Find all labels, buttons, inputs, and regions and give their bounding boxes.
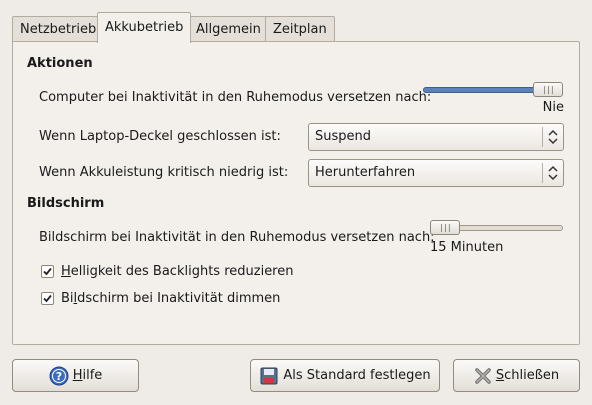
display-sleep-label: Bildschirm bei Inaktivität in den Ruhemo… bbox=[39, 230, 435, 245]
section-title-actions: Aktionen bbox=[27, 56, 93, 71]
help-icon: ? bbox=[49, 366, 69, 386]
help-button[interactable]: ? Hilfe bbox=[12, 359, 139, 392]
dim-label[interactable]: Bildschirm bei Inaktivität dimmen bbox=[61, 291, 280, 306]
computer-sleep-value: Nie bbox=[542, 100, 564, 115]
checkmark-icon bbox=[43, 294, 52, 303]
checkmark-icon bbox=[43, 267, 52, 276]
svg-text:?: ? bbox=[56, 370, 62, 383]
lid-closed-combo[interactable]: Suspend bbox=[308, 123, 564, 151]
help-button-label: Hilfe bbox=[72, 368, 103, 383]
computer-sleep-slider[interactable]: ||| bbox=[423, 79, 563, 101]
tab-akkubetrieb[interactable]: Akkubetrieb bbox=[97, 12, 192, 43]
display-sleep-slider[interactable]: ||| bbox=[430, 217, 563, 239]
battery-critical-value: Herunterfahren bbox=[315, 165, 416, 180]
tab-netzbetrieb[interactable]: Netzbetrieb bbox=[12, 16, 105, 42]
slider-handle[interactable]: ||| bbox=[533, 82, 563, 97]
section-title-display: Bildschirm bbox=[27, 196, 105, 211]
set-default-button[interactable]: Als Standard festlegen bbox=[250, 359, 440, 392]
computer-sleep-label: Computer bei Inaktivität in den Ruhemodu… bbox=[39, 90, 432, 105]
slider-fill bbox=[423, 87, 548, 93]
backlight-checkbox[interactable] bbox=[41, 265, 54, 278]
battery-critical-combo[interactable]: Herunterfahren bbox=[308, 159, 564, 187]
dim-checkbox[interactable] bbox=[41, 292, 54, 305]
lid-closed-value: Suspend bbox=[315, 129, 372, 144]
close-button-label: Schließen bbox=[495, 368, 560, 383]
power-preferences-dialog: Netzbetrieb Akkubetrieb Allgemein Zeitpl… bbox=[0, 0, 592, 405]
close-button[interactable]: Schließen bbox=[453, 359, 580, 392]
display-sleep-value: 15 Minuten bbox=[430, 240, 504, 255]
save-disk-icon bbox=[259, 366, 279, 386]
close-x-icon bbox=[474, 367, 492, 385]
tab-allgemein[interactable]: Allgemein bbox=[188, 16, 269, 42]
backlight-label[interactable]: Helligkeit des Backlights reduzieren bbox=[61, 264, 293, 279]
tab-zeitplan[interactable]: Zeitplan bbox=[265, 16, 335, 42]
chevron-updown-icon bbox=[548, 165, 558, 181]
battery-critical-label: Wenn Akkuleistung kritisch niedrig ist: bbox=[39, 165, 289, 180]
slider-handle[interactable]: ||| bbox=[430, 220, 460, 235]
chevron-updown-icon bbox=[548, 129, 558, 145]
set-default-button-label: Als Standard festlegen bbox=[283, 368, 431, 383]
lid-closed-label: Wenn Laptop-Deckel geschlossen ist: bbox=[39, 129, 281, 144]
